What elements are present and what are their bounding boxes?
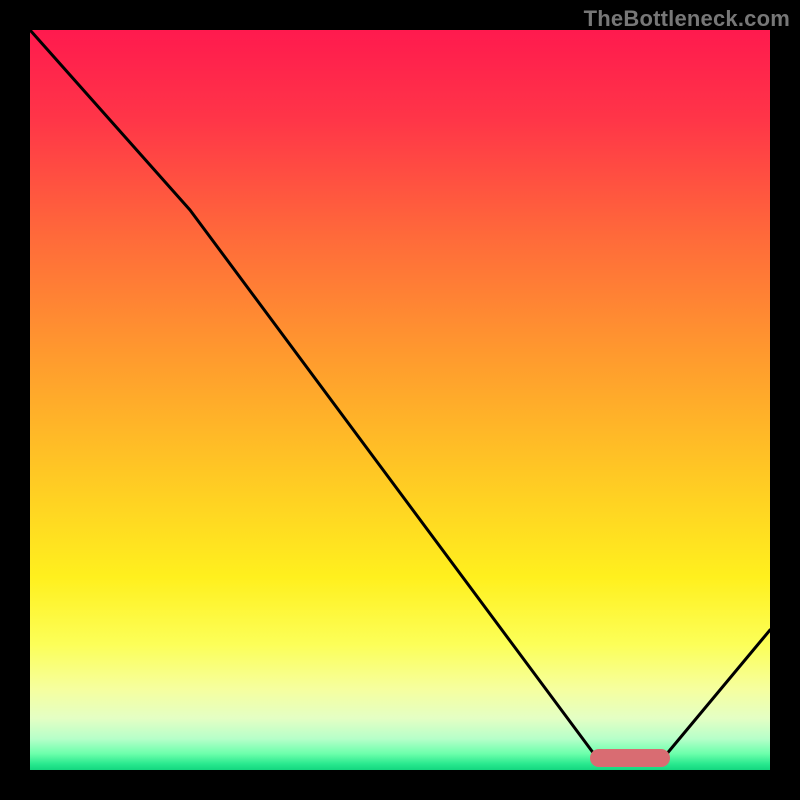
- chart-frame: TheBottleneck.com: [0, 0, 800, 800]
- chart-svg: [30, 30, 770, 770]
- plot-area: [30, 30, 770, 770]
- optimum-marker: [590, 749, 670, 767]
- gradient-background: [30, 30, 770, 770]
- watermark-text: TheBottleneck.com: [584, 6, 790, 32]
